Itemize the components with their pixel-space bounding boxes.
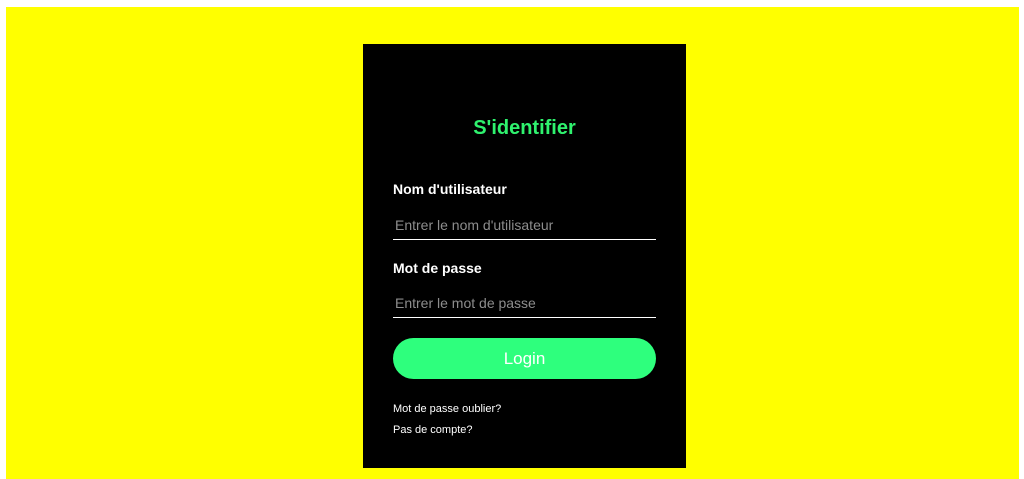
signup-link[interactable]: Pas de compte? (393, 424, 473, 436)
forgot-password-link[interactable]: Mot de passe oublier? (393, 403, 501, 415)
password-label: Mot de passe (393, 260, 482, 276)
login-card: S'identifier Nom d'utilisateur Mot de pa… (363, 44, 686, 468)
page-background: S'identifier Nom d'utilisateur Mot de pa… (6, 7, 1019, 479)
page-title: S'identifier (473, 117, 576, 139)
username-input[interactable] (393, 210, 656, 240)
login-button[interactable]: Login (393, 338, 656, 379)
username-label: Nom d'utilisateur (393, 181, 507, 197)
password-input[interactable] (393, 289, 656, 318)
